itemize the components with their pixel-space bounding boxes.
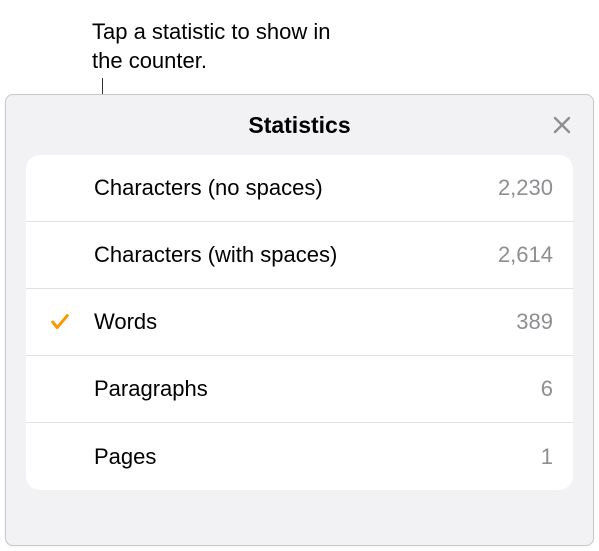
checkmark-icon bbox=[49, 311, 71, 333]
stat-value: 6 bbox=[541, 376, 553, 402]
check-cell bbox=[26, 311, 94, 333]
stat-label: Words bbox=[94, 309, 516, 335]
stat-value: 1 bbox=[541, 444, 553, 470]
stat-value: 2,614 bbox=[498, 242, 553, 268]
statistics-list: Characters (no spaces) 2,230 Characters … bbox=[26, 155, 573, 490]
stat-row-pages[interactable]: Pages 1 bbox=[26, 423, 573, 490]
stat-row-characters-no-spaces[interactable]: Characters (no spaces) 2,230 bbox=[26, 155, 573, 222]
statistics-panel: Statistics Characters (no spaces) 2,230 … bbox=[5, 94, 594, 546]
panel-title: Statistics bbox=[248, 112, 350, 139]
stat-label: Paragraphs bbox=[94, 376, 541, 402]
stat-value: 2,230 bbox=[498, 175, 553, 201]
stat-row-characters-with-spaces[interactable]: Characters (with spaces) 2,614 bbox=[26, 222, 573, 289]
stat-row-paragraphs[interactable]: Paragraphs 6 bbox=[26, 356, 573, 423]
panel-header: Statistics bbox=[6, 95, 593, 155]
close-button[interactable] bbox=[549, 112, 575, 138]
stat-label: Characters (no spaces) bbox=[94, 175, 498, 201]
callout-text: Tap a statistic to show in the counter. bbox=[92, 18, 332, 75]
stat-label: Characters (with spaces) bbox=[94, 242, 498, 268]
stat-value: 389 bbox=[516, 309, 553, 335]
stat-label: Pages bbox=[94, 444, 541, 470]
close-icon bbox=[550, 113, 574, 137]
stat-row-words[interactable]: Words 389 bbox=[26, 289, 573, 356]
